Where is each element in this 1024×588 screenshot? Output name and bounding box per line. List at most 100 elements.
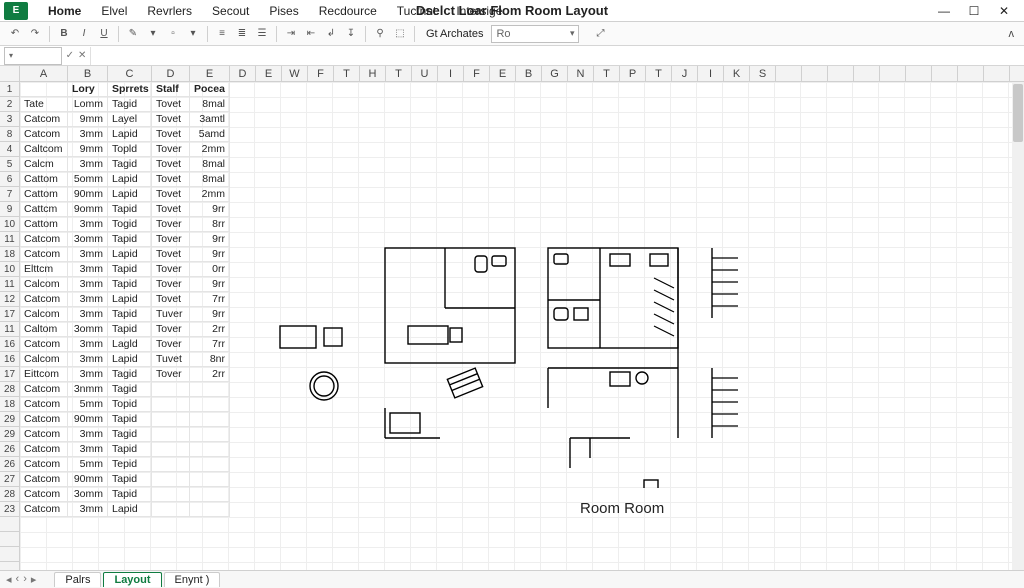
data-cell[interactable] — [152, 382, 190, 397]
column-title-cell[interactable]: Pocea — [190, 82, 230, 97]
column-header[interactable] — [802, 66, 828, 81]
data-cell[interactable]: 5mm — [68, 457, 108, 472]
column-header[interactable] — [984, 66, 1010, 81]
data-cell[interactable]: 3mm — [68, 352, 108, 367]
data-cell[interactable]: Layel — [108, 112, 152, 127]
data-cell[interactable]: Tapid — [108, 277, 152, 292]
row-header[interactable]: 29 — [0, 427, 20, 442]
data-cell[interactable] — [152, 472, 190, 487]
data-cell[interactable]: Tovet — [152, 247, 190, 262]
data-cell[interactable]: Tovet — [152, 187, 190, 202]
column-header[interactable]: K — [724, 66, 750, 81]
data-cell[interactable]: Catcom — [20, 337, 68, 352]
bold-button[interactable]: B — [55, 26, 73, 42]
row-header[interactable] — [0, 517, 20, 532]
data-cell[interactable]: 7rr — [190, 292, 230, 307]
row-header[interactable]: 8 — [0, 127, 20, 142]
menu-revrlers[interactable]: Revrlers — [139, 2, 200, 20]
merge-button[interactable]: ▾ — [184, 26, 202, 42]
row-header[interactable]: 29 — [0, 412, 20, 427]
align-left-button[interactable]: ≡ — [213, 26, 231, 42]
column-header[interactable]: F — [464, 66, 490, 81]
data-cell[interactable]: Tover — [152, 217, 190, 232]
spreadsheet-grid[interactable]: ABCDEDEWFTHTUIFEBGNTPTJIKS 1238456791011… — [0, 66, 1024, 570]
data-cell[interactable]: 5mm — [68, 397, 108, 412]
data-cell[interactable]: 8mal — [190, 157, 230, 172]
data-cell[interactable]: 90mm — [68, 472, 108, 487]
zoom-button[interactable]: ⤢ — [591, 26, 609, 42]
data-cell[interactable]: Tapid — [108, 262, 152, 277]
data-cell[interactable] — [190, 382, 230, 397]
data-cell[interactable]: Tagid — [108, 367, 152, 382]
data-cell[interactable]: Tagid — [108, 97, 152, 112]
data-cell[interactable]: Tate — [20, 97, 68, 112]
data-cell[interactable]: 3mm — [68, 337, 108, 352]
data-cell[interactable]: Catcom — [20, 502, 68, 517]
row-header[interactable]: 17 — [0, 367, 20, 382]
column-header[interactable]: E — [490, 66, 516, 81]
row-header[interactable]: 28 — [0, 382, 20, 397]
data-cell[interactable]: Calcm — [20, 157, 68, 172]
data-cell[interactable]: Tapid — [108, 322, 152, 337]
row-header[interactable]: 11 — [0, 232, 20, 247]
row-header[interactable]: 11 — [0, 277, 20, 292]
menu-secout[interactable]: Secout — [204, 2, 257, 20]
column-header[interactable] — [828, 66, 854, 81]
data-cell[interactable]: Catcom — [20, 487, 68, 502]
data-cell[interactable]: Tovet — [152, 112, 190, 127]
column-header[interactable]: T — [334, 66, 360, 81]
data-cell[interactable]: Catcom — [20, 232, 68, 247]
data-cell[interactable]: 2mm — [190, 187, 230, 202]
data-cell[interactable]: Catcom — [20, 382, 68, 397]
column-title-cell[interactable]: Stalf — [152, 82, 190, 97]
row-header[interactable]: 4 — [0, 142, 20, 157]
column-header[interactable] — [906, 66, 932, 81]
row-header[interactable]: 18 — [0, 397, 20, 412]
data-cell[interactable]: Lapid — [108, 292, 152, 307]
column-header[interactable] — [1010, 66, 1024, 81]
row-header[interactable]: 11 — [0, 322, 20, 337]
data-cell[interactable] — [152, 397, 190, 412]
menu-recdource[interactable]: Recdource — [311, 2, 385, 20]
data-cell[interactable]: 3omm — [68, 232, 108, 247]
row-header[interactable]: 3 — [0, 112, 20, 127]
data-cell[interactable]: 2rr — [190, 367, 230, 382]
select-all-corner[interactable] — [0, 66, 20, 82]
column-header[interactable]: T — [386, 66, 412, 81]
data-cell[interactable]: Tovet — [152, 157, 190, 172]
data-cell[interactable]: 3mm — [68, 307, 108, 322]
row-header[interactable]: 2 — [0, 97, 20, 112]
data-cell[interactable]: 3omm — [68, 487, 108, 502]
data-cell[interactable]: 9rr — [190, 202, 230, 217]
data-cell[interactable]: Togid — [108, 217, 152, 232]
data-cell[interactable]: Tuver — [152, 307, 190, 322]
data-cell[interactable]: Topld — [108, 142, 152, 157]
column-title-cell[interactable]: Lory — [68, 82, 108, 97]
data-cell[interactable]: Catcom — [20, 442, 68, 457]
data-cell[interactable]: 3mm — [68, 442, 108, 457]
scroll-thumb[interactable] — [1013, 84, 1023, 142]
data-cell[interactable]: 3mm — [68, 292, 108, 307]
column-header[interactable] — [880, 66, 906, 81]
data-cell[interactable]: Catcom — [20, 412, 68, 427]
filter-button[interactable]: ⚲ — [371, 26, 389, 42]
row-header[interactable]: 1 — [0, 82, 20, 97]
data-cell[interactable]: Catcom — [20, 397, 68, 412]
data-cell[interactable] — [152, 502, 190, 517]
wrap-button[interactable]: ↲ — [322, 26, 340, 42]
data-cell[interactable]: 9mm — [68, 142, 108, 157]
column-header[interactable]: P — [620, 66, 646, 81]
data-cell[interactable]: Lagld — [108, 337, 152, 352]
data-cell[interactable] — [190, 412, 230, 427]
data-cell[interactable] — [152, 457, 190, 472]
menu-pises[interactable]: Pises — [261, 2, 306, 20]
data-cell[interactable]: Tagid — [108, 157, 152, 172]
data-cell[interactable]: 9omm — [68, 202, 108, 217]
data-cell[interactable] — [190, 487, 230, 502]
data-cell[interactable]: Tovet — [152, 292, 190, 307]
data-cell[interactable] — [152, 412, 190, 427]
format-button[interactable]: ⬚ — [391, 26, 409, 42]
row-header[interactable]: 16 — [0, 352, 20, 367]
row-header[interactable]: 5 — [0, 157, 20, 172]
maximize-button[interactable]: ☐ — [960, 2, 988, 20]
